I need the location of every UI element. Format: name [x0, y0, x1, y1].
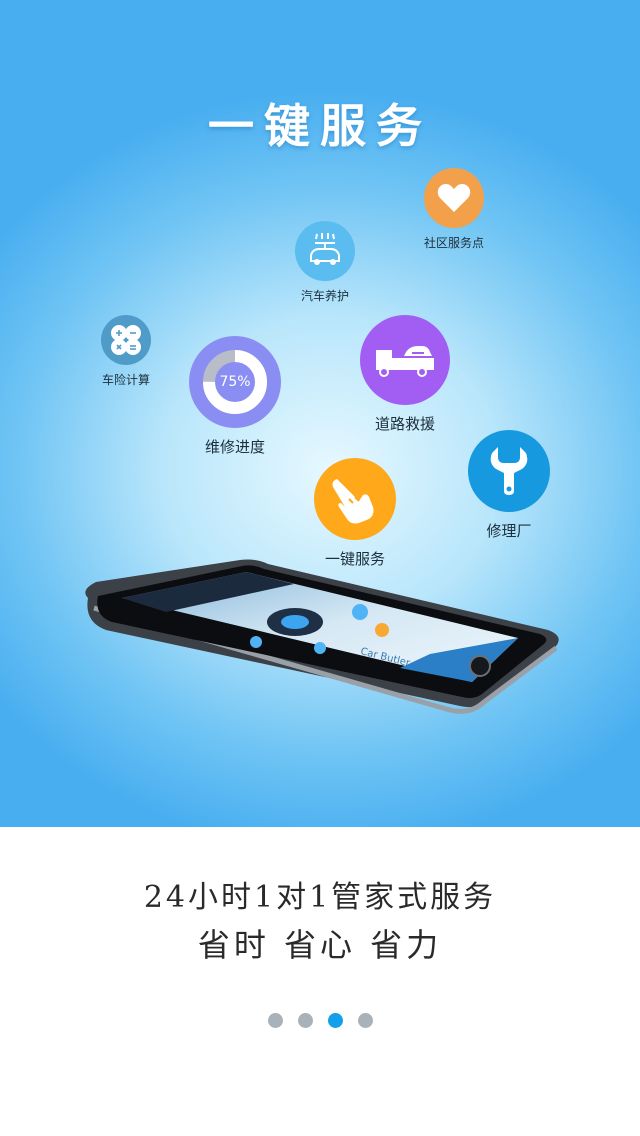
page-indicator: [0, 1013, 640, 1028]
tagline-line1: 24小时1对1管家式服务: [143, 880, 497, 915]
feature-repair-progress[interactable]: 75% 维修进度: [180, 336, 290, 457]
page-dot[interactable]: [357, 1013, 373, 1028]
feature-label: 修理厂: [486, 522, 532, 540]
feature-community-service[interactable]: 社区服务点: [404, 168, 504, 251]
tagline-line2: 省时 省心 省力: [197, 926, 443, 964]
feature-road-rescue[interactable]: 道路救援: [355, 315, 455, 434]
calculator-icon: [101, 315, 151, 365]
hero-title: 一键服务: [208, 99, 432, 153]
feature-label: 车险计算: [101, 373, 150, 387]
feature-car-care[interactable]: 汽车养护: [285, 221, 365, 304]
progress-percent: 75%: [219, 374, 251, 390]
phone-mockup: Car Butler: [70, 550, 570, 729]
progress-ring-icon: 75%: [189, 336, 281, 428]
hero-banner: 一键服务 社区服务点 汽车养护 车险计算 75% 维修进度 道路救援 一键服务 …: [0, 0, 640, 827]
feature-label: 道路救援: [374, 415, 435, 433]
car-wash-icon: [295, 221, 355, 281]
feature-label: 汽车养护: [300, 289, 349, 303]
tap-hand-icon: [314, 458, 396, 540]
feature-repair-shop[interactable]: 修理厂: [464, 430, 554, 541]
page-dot[interactable]: [267, 1013, 283, 1028]
page-dot[interactable]: [327, 1013, 343, 1028]
tow-truck-icon: [360, 315, 450, 405]
feature-label: 维修进度: [204, 438, 265, 456]
feature-label: 社区服务点: [423, 236, 484, 250]
page-dot[interactable]: [297, 1013, 313, 1028]
wrench-icon: [468, 430, 550, 512]
feature-insurance-calc[interactable]: 车险计算: [90, 315, 162, 388]
heart-icon: [424, 168, 484, 228]
